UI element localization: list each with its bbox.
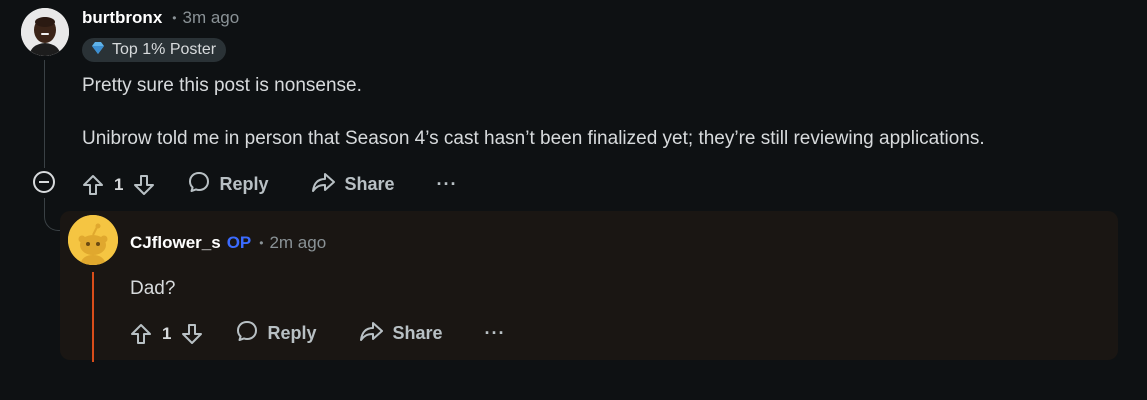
share-label: Share	[344, 174, 395, 194]
comment-header: burtbronx • 3m ago	[82, 8, 239, 28]
username[interactable]: burtbronx	[82, 8, 162, 28]
avatar-cjflower-s[interactable]	[68, 215, 118, 265]
vote-count: 1	[114, 174, 124, 194]
upvote-icon[interactable]	[128, 321, 154, 347]
reply-actions: 1 Reply Share ···	[128, 319, 506, 348]
more-options-button[interactable]: ···	[485, 323, 506, 344]
reply-highlight-bar	[92, 272, 94, 362]
username[interactable]: CJflower_s	[130, 233, 221, 253]
thread-line[interactable]	[44, 60, 45, 168]
diamond-flair-icon	[90, 40, 106, 61]
avatar-burtbronx[interactable]	[21, 8, 69, 56]
op-badge: OP	[226, 233, 252, 252]
share-button[interactable]: Share	[311, 170, 395, 199]
user-flair: Top 1% Poster	[82, 38, 227, 62]
more-options-button[interactable]: ···	[437, 174, 458, 195]
share-arrow-icon	[311, 170, 337, 199]
comment-bubble-icon	[235, 319, 259, 348]
reply-body: Dad?	[130, 278, 176, 299]
upvote-icon[interactable]	[80, 172, 106, 198]
comment-actions: 1 Reply Share ···	[80, 170, 458, 199]
comment-thread: burtbronx • 3m ago Top 1% Poster Pretty …	[0, 0, 1147, 400]
comment-body-line: Pretty sure this post is nonsense.	[82, 75, 362, 96]
downvote-icon[interactable]	[131, 172, 157, 198]
reply-button[interactable]: Reply	[187, 170, 269, 199]
share-button[interactable]: Share	[359, 319, 443, 348]
vote-count: 1	[162, 323, 172, 343]
timestamp[interactable]: 3m ago	[182, 8, 239, 28]
downvote-icon[interactable]	[179, 321, 205, 347]
reply-header: CJflower_s OP • 2m ago	[130, 233, 326, 253]
separator-dot: •	[259, 236, 264, 250]
reply-button[interactable]: Reply	[235, 319, 317, 348]
comment-body-line: Unibrow told me in person that Season 4’…	[82, 128, 985, 149]
reply-label: Reply	[267, 323, 317, 343]
reply-label: Reply	[219, 174, 269, 194]
separator-dot: •	[172, 11, 177, 25]
comment-bubble-icon	[187, 170, 211, 199]
share-arrow-icon	[359, 319, 385, 348]
collapse-thread-button[interactable]	[33, 171, 55, 193]
timestamp[interactable]: 2m ago	[269, 233, 326, 253]
share-label: Share	[392, 323, 443, 343]
flair-label: Top 1% Poster	[112, 41, 217, 58]
